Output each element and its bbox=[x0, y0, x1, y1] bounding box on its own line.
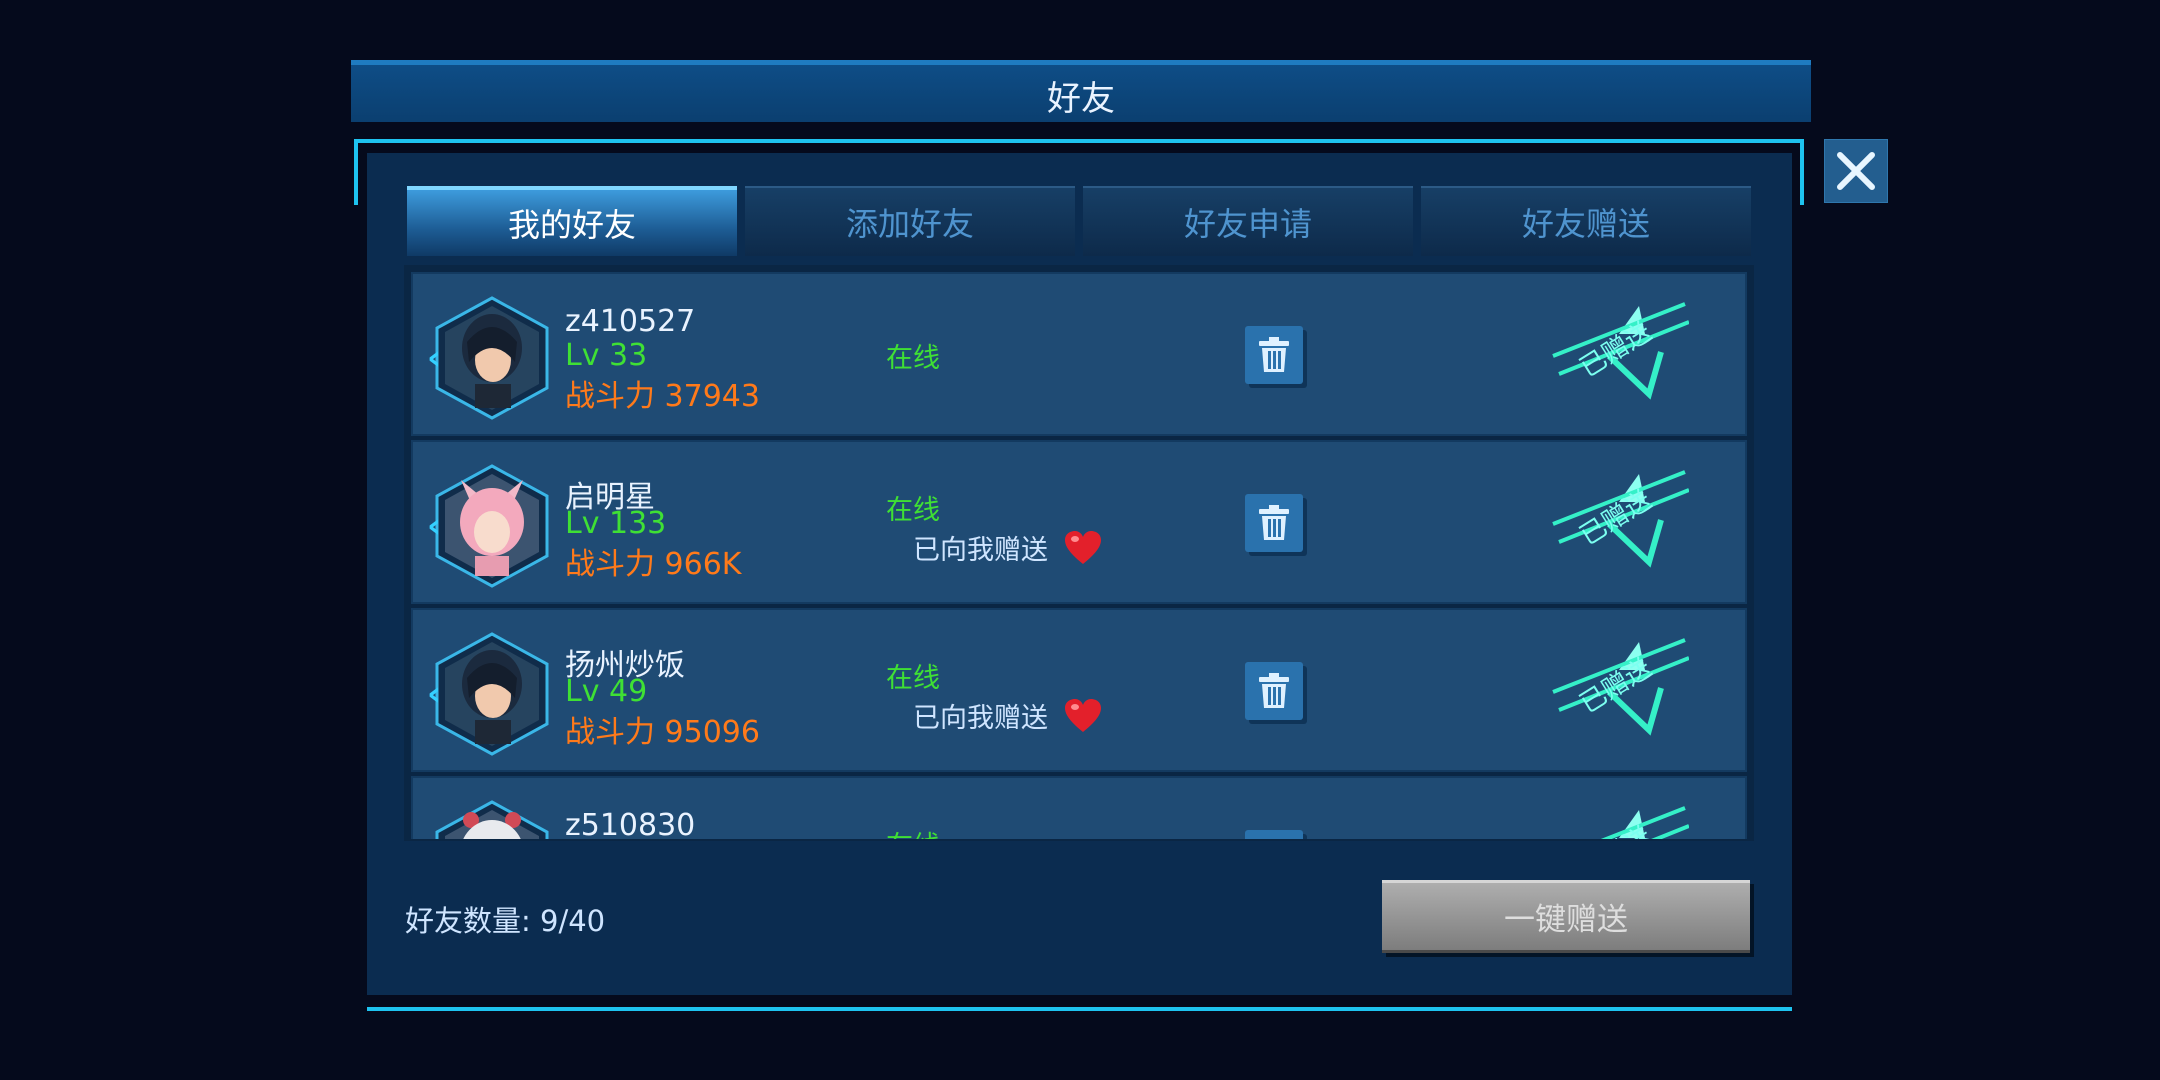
gift-received-text: 已向我赠送 bbox=[913, 703, 1048, 734]
friend-level: Lv 49 bbox=[565, 674, 648, 709]
chevron-left-icon: ‹ bbox=[427, 338, 442, 378]
online-status: 在线 bbox=[886, 343, 940, 374]
heart-icon bbox=[1065, 530, 1101, 564]
gift-sent-stamp-icon: 已赠送 bbox=[1552, 470, 1689, 568]
tab-add-friend[interactable]: 添加好友 bbox=[745, 186, 1075, 256]
heart-icon bbox=[1065, 698, 1101, 732]
delete-friend-button[interactable] bbox=[1245, 326, 1303, 384]
gift-sent-stamp-icon: 已赠送 bbox=[1552, 302, 1689, 400]
gift-stamp-text: 已赠送 bbox=[1575, 485, 1657, 552]
gift-received-info: 已向我赠送 bbox=[913, 528, 1102, 567]
close-button[interactable] bbox=[1824, 139, 1888, 203]
panel-bottom-line bbox=[367, 1007, 1792, 1011]
avatar-portrait-icon bbox=[435, 464, 549, 588]
tab-friend-gifts[interactable]: 好友赠送 bbox=[1421, 186, 1751, 256]
friend-power: 战斗力 95096 bbox=[565, 715, 760, 750]
online-status: 在线 bbox=[753, 824, 1073, 839]
gift-stamp-text: 已赠送 bbox=[1575, 653, 1657, 720]
online-status: 在线 bbox=[886, 663, 940, 694]
friend-power: 战斗力 37943 bbox=[565, 379, 760, 414]
one-key-gift-button[interactable]: 一键赠送 bbox=[1382, 880, 1750, 953]
trash-icon bbox=[1259, 673, 1289, 708]
gift-sent-stamp-icon: 已赠送 bbox=[1552, 638, 1689, 736]
online-status: 在线 bbox=[886, 495, 940, 526]
gift-sent-stamp-icon: 已赠送 bbox=[1575, 806, 1689, 839]
delete-friend-button[interactable] bbox=[1245, 830, 1303, 841]
friend-level: Lv 33 bbox=[565, 338, 648, 373]
trash-icon bbox=[1257, 840, 1291, 841]
friend-name: z510830 bbox=[565, 808, 696, 841]
delete-friend-button[interactable] bbox=[1245, 662, 1303, 720]
friend-list[interactable]: ‹ z410527 Lv 33 战斗力 37943 在线 已赠送 ‹ 启明星 L… bbox=[404, 265, 1754, 841]
delete-friend-button[interactable] bbox=[1245, 494, 1303, 552]
chevron-left-icon: ‹ bbox=[427, 506, 442, 546]
friend-count: 好友数量: 9/40 bbox=[405, 904, 606, 938]
friend-row[interactable]: ‹ 启明星 Lv 133 战斗力 966K 在线 已向我赠送 已赠送 bbox=[411, 440, 1747, 604]
friend-row[interactable]: ‹ z510830 在线 已赠送 bbox=[411, 776, 1747, 841]
gift-received-info: 已向我赠送 bbox=[913, 696, 1102, 735]
title-bar: 好友 bbox=[351, 60, 1811, 122]
avatar-portrait-icon bbox=[435, 296, 549, 420]
tab-friend-requests[interactable]: 好友申请 bbox=[1083, 186, 1413, 256]
friend-level: Lv 133 bbox=[565, 506, 667, 541]
avatar-portrait-icon bbox=[435, 632, 549, 756]
trash-icon bbox=[1259, 505, 1289, 540]
chevron-left-icon: ‹ bbox=[427, 674, 442, 714]
friend-power: 战斗力 966K bbox=[565, 547, 742, 582]
avatar[interactable]: ‹ bbox=[427, 796, 557, 839]
avatar[interactable]: ‹ bbox=[427, 292, 557, 422]
trash-icon bbox=[1259, 337, 1289, 372]
tab-my-friends[interactable]: 我的好友 bbox=[407, 186, 737, 256]
gift-received-text: 已向我赠送 bbox=[913, 535, 1048, 566]
gift-stamp-text: 已赠送 bbox=[1575, 317, 1657, 384]
friend-row[interactable]: ‹ 扬州炒饭 Lv 49 战斗力 95096 在线 已向我赠送 已赠送 bbox=[411, 608, 1747, 772]
close-icon bbox=[1837, 152, 1875, 190]
avatar[interactable]: ‹ bbox=[427, 628, 557, 758]
avatar[interactable]: ‹ bbox=[427, 460, 557, 590]
friend-name: z410527 bbox=[565, 304, 696, 339]
tab-bar: 我的好友 添加好友 好友申请 好友赠送 bbox=[407, 186, 1752, 258]
avatar-portrait-icon bbox=[435, 800, 549, 839]
friend-row[interactable]: ‹ z410527 Lv 33 战斗力 37943 在线 已赠送 bbox=[411, 272, 1747, 436]
dialog-title: 好友 bbox=[1047, 79, 1115, 119]
